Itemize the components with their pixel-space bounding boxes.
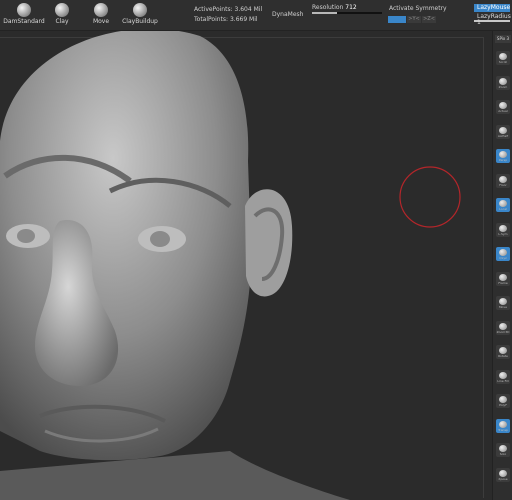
sidebar-button-label: Persp bbox=[498, 158, 508, 162]
xpose-icon bbox=[499, 469, 507, 477]
sidebar-button-xpose[interactable]: Xpose bbox=[496, 467, 510, 482]
sculpt-viewport bbox=[0, 31, 461, 500]
sidebar-button-polyf[interactable]: PolyF bbox=[496, 394, 510, 408]
sidebar-button-solo[interactable]: Solo bbox=[496, 443, 510, 457]
sidebar-button-zoom3d[interactable]: Zoom3D bbox=[496, 320, 510, 335]
dynamesh-button[interactable]: DynaMesh bbox=[272, 11, 303, 18]
sidebar-button-label: Floor bbox=[499, 182, 507, 187]
sidebar-button-frame[interactable]: Frame bbox=[496, 271, 510, 286]
solo-icon bbox=[499, 445, 507, 452]
symmetry-x-button[interactable] bbox=[388, 16, 406, 23]
sculpted-head-model bbox=[0, 31, 350, 500]
document-canvas[interactable] bbox=[0, 31, 492, 500]
brush-sphere-icon bbox=[55, 3, 69, 17]
lazymouse-button[interactable]: LazyMouse bbox=[474, 4, 510, 12]
sidebar-button-transp[interactable]: Transp bbox=[496, 418, 510, 433]
scroll-icon bbox=[499, 53, 507, 60]
frame-icon bbox=[499, 273, 507, 281]
brush-label: ClayBuildup bbox=[122, 18, 158, 25]
sidebar-button-label: PolyF bbox=[499, 403, 507, 407]
rotate-icon bbox=[499, 347, 507, 354]
resolution-slider-label: Resolution 712 bbox=[312, 4, 357, 11]
sidebar-button-scroll[interactable]: Scroll bbox=[496, 51, 510, 65]
resolution-value: 712 bbox=[345, 4, 357, 11]
sidebar-button-rotate[interactable]: Rotate bbox=[496, 345, 510, 359]
sidebar-button-label: Xpose bbox=[498, 476, 508, 481]
sidebar-button-label: AAHalf bbox=[497, 133, 509, 138]
sidebar-button-label: Scroll bbox=[498, 60, 508, 64]
sidebar-button-aahalf[interactable]: AAHalf bbox=[496, 124, 510, 139]
sidebar-button-label: Actual bbox=[498, 109, 508, 113]
sidebar-button-floor[interactable]: Floor bbox=[496, 173, 510, 188]
lazyradius-slider[interactable]: LazyRadius 1 bbox=[474, 14, 511, 26]
sidebar-button-label: L.Sym bbox=[498, 231, 508, 236]
local-icon bbox=[499, 200, 507, 207]
sidebar-button-label: Qxyz bbox=[499, 256, 507, 260]
right-shelf: SPix 3 Scroll Zoom Actual AAHalf Persp Floor L… bbox=[492, 31, 512, 500]
actual-icon bbox=[499, 102, 507, 109]
symmetry-y-button[interactable]: >Y< bbox=[407, 16, 421, 23]
sidebar-button-local[interactable]: Local bbox=[496, 198, 510, 212]
polyf-icon bbox=[499, 396, 507, 403]
sidebar-button-label: Local bbox=[499, 207, 507, 211]
sidebar-button-label: Line Fill bbox=[497, 378, 509, 383]
sidebar-button-label: Frame bbox=[498, 280, 508, 285]
transp-icon bbox=[499, 420, 507, 428]
resolution-label: Resolution bbox=[312, 4, 344, 11]
sidebar-button-label: Move bbox=[498, 305, 508, 309]
linefill-icon bbox=[499, 371, 507, 379]
sidebar-button-qxyz[interactable]: Qxyz bbox=[496, 247, 510, 261]
zoom3d-icon bbox=[499, 322, 507, 330]
brush-sphere-icon bbox=[133, 3, 147, 17]
persp-icon bbox=[499, 151, 507, 158]
total-points: TotalPoints: 3.669 Mil bbox=[194, 16, 258, 23]
sidebar-button-label: Solo bbox=[499, 452, 507, 456]
lsym-icon bbox=[499, 224, 507, 232]
sidebar-button-actual[interactable]: Actual bbox=[496, 100, 510, 114]
sidebar-button-label: Transp bbox=[498, 427, 508, 432]
active-points: ActivePoints: 3.604 Mil bbox=[194, 6, 263, 13]
sidebar-button-persp[interactable]: Persp bbox=[496, 149, 510, 163]
resolution-slider[interactable] bbox=[312, 12, 382, 14]
sidebar-button-move[interactable]: Move bbox=[496, 296, 510, 310]
sidebar-button-label: Zoom3D bbox=[496, 329, 510, 334]
symmetry-z-button[interactable]: >Z< bbox=[422, 16, 436, 23]
move-icon bbox=[499, 298, 507, 305]
spix-button[interactable]: SPix 3 bbox=[495, 35, 511, 43]
sidebar-button-label: Rotate bbox=[498, 354, 508, 358]
sidebar-button-zoom[interactable]: Zoom bbox=[496, 75, 510, 90]
sidebar-button-line-fill[interactable]: Line Fill bbox=[496, 369, 510, 384]
zoom-icon bbox=[499, 77, 507, 85]
aahalf-icon bbox=[499, 126, 507, 134]
top-shelf: DamStandard Clay Move ClayBuildup Active… bbox=[0, 0, 512, 31]
resolution-slider-fill bbox=[312, 12, 337, 14]
brush-claybuildup[interactable]: ClayBuildup bbox=[116, 2, 164, 25]
activate-symmetry-label: Activate Symmetry bbox=[389, 5, 447, 12]
brush-sphere-icon bbox=[94, 3, 108, 17]
sidebar-button-l-sym[interactable]: L.Sym bbox=[496, 222, 510, 237]
xyz-icon bbox=[499, 249, 507, 256]
brush-sphere-icon bbox=[17, 3, 31, 17]
sidebar-button-label: Zoom bbox=[498, 84, 508, 89]
brush-draw-size-cursor bbox=[399, 166, 461, 228]
floor-icon bbox=[499, 175, 507, 183]
